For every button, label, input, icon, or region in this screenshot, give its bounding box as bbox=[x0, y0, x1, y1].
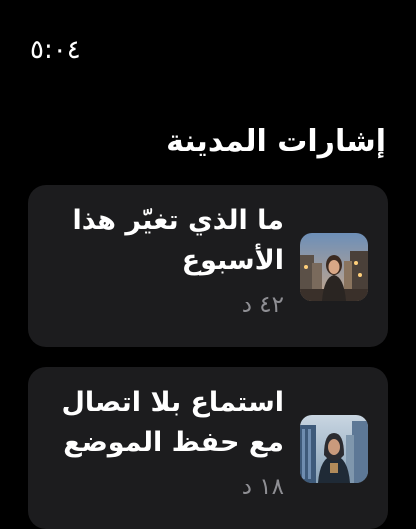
section-title: إشارات المدينة bbox=[166, 124, 386, 159]
episode-title: استماع بلا اتصال مع حفظ الموضع bbox=[61, 387, 284, 458]
episode-title: ما الذي تغيّر هذا الأسبوع bbox=[72, 205, 284, 276]
episode-card[interactable]: استماع بلا اتصال مع حفظ الموضع ١٨ د bbox=[28, 367, 388, 529]
status-time: ٥:٠٤ bbox=[30, 35, 81, 65]
episode-duration: ١٨ د bbox=[241, 474, 284, 500]
episode-card[interactable]: ما الذي تغيّر هذا الأسبوع ٤٢ د bbox=[28, 185, 388, 347]
episode-duration: ٤٢ د bbox=[241, 292, 284, 318]
woman-hijab-city-photo-icon bbox=[300, 415, 368, 483]
episode-thumbnail bbox=[300, 233, 368, 301]
episode-thumbnail bbox=[300, 415, 368, 483]
woman-city-street-photo-icon bbox=[300, 233, 368, 301]
